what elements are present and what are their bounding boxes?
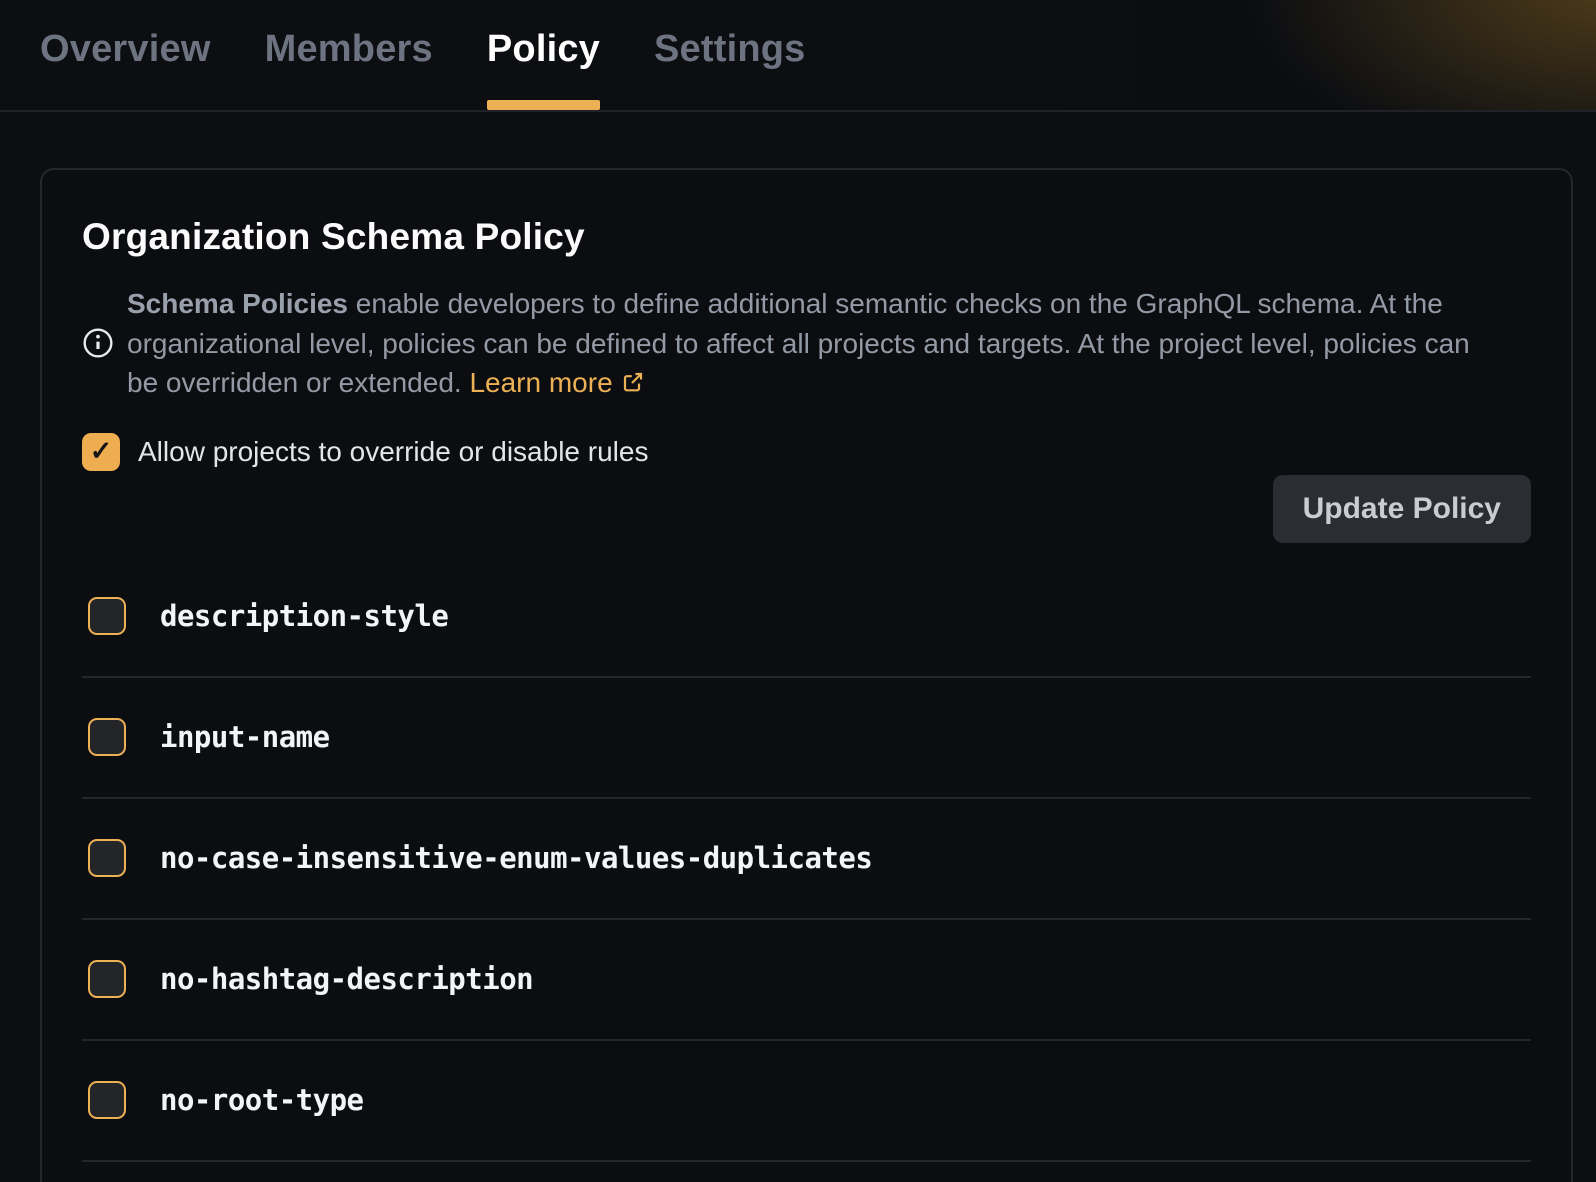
schema-policy-card: Organization Schema Policy Schema Polici… xyxy=(40,168,1573,1182)
allow-override-row: ✓ Allow projects to override or disable … xyxy=(82,433,1531,471)
rule-name: no-root-type xyxy=(160,1083,364,1117)
info-icon xyxy=(82,327,114,359)
rule-row-input-name: input-name xyxy=(82,678,1531,799)
allow-override-checkbox[interactable]: ✓ xyxy=(82,433,120,471)
update-policy-row: Update Policy xyxy=(82,475,1531,543)
org-tabbar: Overview Members Policy Settings xyxy=(0,0,1596,112)
policy-description: Schema Policies enable developers to def… xyxy=(82,284,1531,403)
rule-checkbox[interactable] xyxy=(88,839,126,877)
description-intro: Schema Policies xyxy=(127,288,348,319)
tab-overview-label: Overview xyxy=(40,28,211,71)
tab-overview[interactable]: Overview xyxy=(40,0,211,110)
rule-row-description-style: description-style xyxy=(82,557,1531,678)
rule-row-no-root-type: no-root-type xyxy=(82,1041,1531,1162)
rule-row-no-hashtag-description: no-hashtag-description xyxy=(82,920,1531,1041)
tab-members-label: Members xyxy=(265,28,433,71)
policy-description-text: Schema Policies enable developers to def… xyxy=(127,284,1499,403)
rule-row-no-case-insensitive-enum-values-duplicates: no-case-insensitive-enum-values-duplicat… xyxy=(82,799,1531,920)
tab-settings[interactable]: Settings xyxy=(654,0,806,110)
rule-name: description-style xyxy=(160,599,448,633)
rule-name: no-hashtag-description xyxy=(160,962,533,996)
rule-checkbox[interactable] xyxy=(88,718,126,756)
update-policy-button[interactable]: Update Policy xyxy=(1273,475,1531,543)
tab-active-underline xyxy=(487,100,600,110)
external-link-icon xyxy=(621,365,645,389)
learn-more-link[interactable]: Learn more xyxy=(469,367,644,398)
rule-checkbox[interactable] xyxy=(88,597,126,635)
page-title: Organization Schema Policy xyxy=(82,216,1531,258)
allow-override-label: Allow projects to override or disable ru… xyxy=(138,436,648,468)
rule-name: input-name xyxy=(160,720,330,754)
rule-checkbox[interactable] xyxy=(88,1081,126,1119)
rules-list: description-style input-name no-case-ins… xyxy=(82,557,1531,1162)
tab-members[interactable]: Members xyxy=(265,0,433,110)
tab-policy-label: Policy xyxy=(487,28,600,71)
rule-name: no-case-insensitive-enum-values-duplicat… xyxy=(160,841,872,875)
rule-checkbox[interactable] xyxy=(88,960,126,998)
learn-more-label: Learn more xyxy=(469,367,612,398)
tab-policy[interactable]: Policy xyxy=(487,0,600,110)
tab-settings-label: Settings xyxy=(654,28,806,71)
